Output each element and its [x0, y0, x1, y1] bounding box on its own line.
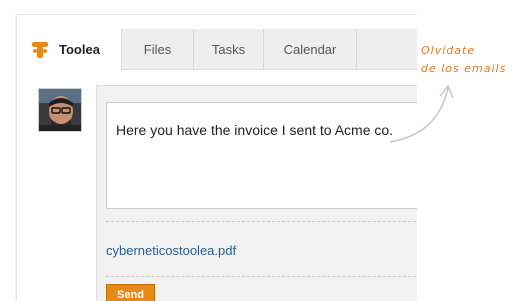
tab-files[interactable]: Files	[122, 29, 194, 69]
app-panel: Toolea Files Tasks Calendar Here you hav…	[16, 14, 417, 301]
tab-toolea[interactable]: Toolea	[17, 29, 122, 70]
user-avatar	[38, 88, 82, 132]
message-textarea[interactable]: Here you have the invoice I sent to Acme…	[106, 102, 417, 209]
avatar-image	[39, 89, 81, 131]
annotation-line-2: de los emails	[421, 62, 507, 75]
send-button-label: Send	[117, 289, 144, 301]
tab-calendar[interactable]: Calendar	[264, 29, 357, 69]
message-composer: Here you have the invoice I sent to Acme…	[96, 85, 417, 301]
tab-label: Files	[143, 41, 172, 57]
tab-label: Calendar	[283, 41, 337, 57]
curved-arrow-icon	[389, 84, 454, 143]
tab-bar: Toolea Files Tasks Calendar	[17, 29, 417, 70]
divider	[106, 276, 417, 277]
toolea-logo-icon	[32, 41, 48, 58]
divider	[106, 221, 417, 222]
tab-label: Tasks	[211, 41, 246, 57]
send-button[interactable]: Send	[106, 284, 155, 301]
tab-tasks[interactable]: Tasks	[194, 29, 264, 69]
attachment-link[interactable]: cyberneticostoolea.pdf	[106, 243, 236, 258]
annotation-line-1: Olvidate	[421, 44, 476, 57]
tab-label: Toolea	[59, 42, 100, 57]
message-text: Here you have the invoice I sent to Acme…	[116, 122, 394, 138]
